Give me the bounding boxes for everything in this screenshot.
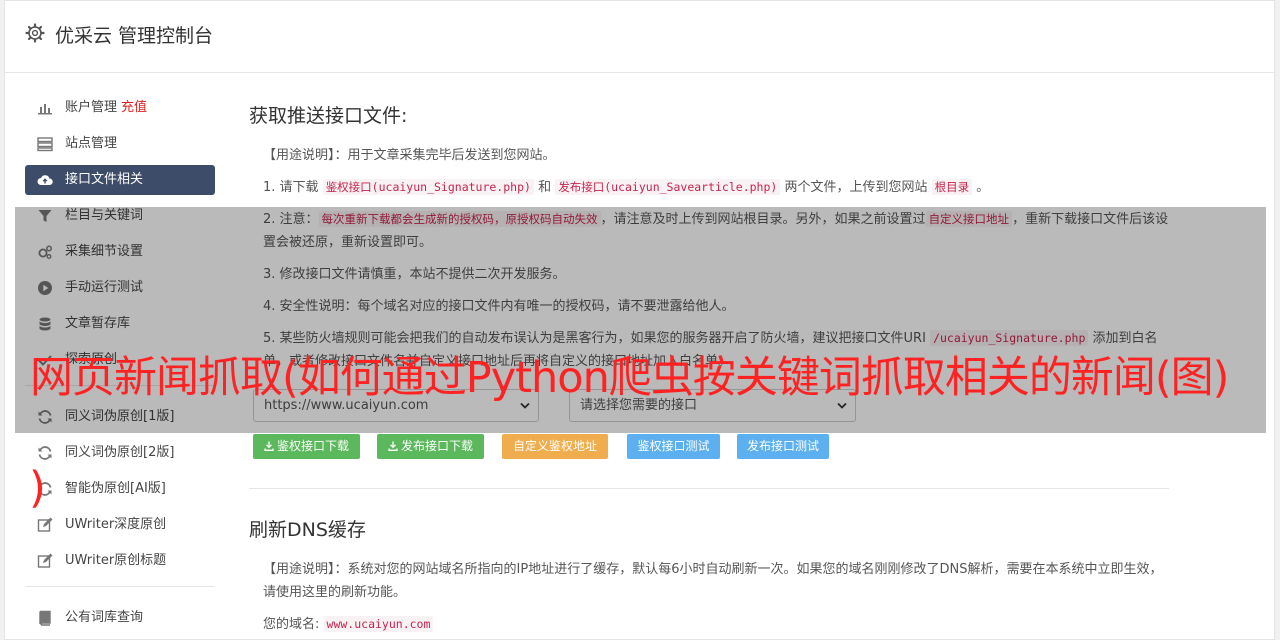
sidebar-item-label: 公有词库查询 <box>65 610 144 625</box>
publish-api-test-button[interactable]: 发布接口测试 <box>737 434 829 459</box>
sidebar-item-label: 智能伪原创[AI版] <box>65 481 166 496</box>
button-label: 发布接口测试 <box>746 439 819 453</box>
overlay-banner-end: ) <box>29 463 46 513</box>
step-text: 。 <box>976 180 990 195</box>
sidebar-item-label: 同义词伪原创[2版] <box>65 445 175 460</box>
sidebar-item-uwriter-title[interactable]: UWriter原创标题 <box>25 546 215 576</box>
bar-chart-icon <box>38 104 52 115</box>
recharge-link[interactable]: 充值 <box>121 100 147 115</box>
sidebar-item-api-files[interactable]: 接口文件相关 <box>25 165 215 195</box>
sidebar-item-ai-rewrite[interactable]: 智能伪原创[AI版] <box>25 474 215 504</box>
header: 优采云 管理控制台 <box>5 1 1274 73</box>
sidebar-item-label: UWriter深度原创 <box>65 517 167 532</box>
sign-api-test-button[interactable]: 鉴权接口测试 <box>627 434 720 459</box>
usage-note: 【用途说明】：用于文章采集完毕后发送到您网站。 <box>263 144 1169 167</box>
usage-label: 【用途说明】 <box>263 562 335 577</box>
page-title: 优采云 管理控制台 <box>55 25 214 47</box>
gear-icon <box>25 23 45 43</box>
dns-usage-note: 【用途说明】：系统对您的网站域名所指向的IP地址进行了缓存，默认每6小时自动刷新… <box>263 558 1169 604</box>
custom-sign-url-button[interactable]: 自定义鉴权地址 <box>502 434 608 459</box>
button-label: 自定义鉴权地址 <box>512 439 597 453</box>
sidebar-item-label: 账户管理 <box>65 100 118 115</box>
code-publish-api: 发布接口(ucaiyun_Savearticle.php) <box>555 179 781 195</box>
book-icon <box>39 610 51 626</box>
publish-api-download-button[interactable]: 发布接口下载 <box>377 434 484 459</box>
step-text: 1. 请下载 <box>263 180 319 195</box>
edit-icon <box>37 517 53 532</box>
code-root-dir: 根目录 <box>931 179 973 195</box>
button-label: 鉴权接口下载 <box>276 439 349 453</box>
button-row: 鉴权接口下载 发布接口下载 自定义鉴权地址 鉴权接口测试 发布接口测试 <box>249 434 1169 460</box>
cloud-upload-icon <box>37 175 53 185</box>
refresh-icon <box>38 446 52 460</box>
button-label: 鉴权接口测试 <box>637 439 710 453</box>
step-1: 1. 请下载 鉴权接口(ucaiyun_Signature.php) 和 发布接… <box>263 176 1169 199</box>
sidebar-item-uwriter-deep[interactable]: UWriter深度原创 <box>25 510 215 540</box>
section-title-api-files: 获取推送接口文件: <box>249 105 408 127</box>
sidebar-item-label: 站点管理 <box>65 136 118 151</box>
sidebar-item-public-lexicon[interactable]: 公有词库查询 <box>25 603 215 633</box>
sign-api-download-button[interactable]: 鉴权接口下载 <box>253 434 360 459</box>
sidebar-item-label: 接口文件相关 <box>65 172 144 187</box>
sidebar-item-synonym-v2[interactable]: 同义词伪原创[2版] <box>25 438 215 468</box>
section-divider <box>249 488 1169 489</box>
usage-text: ：系统对您的网站域名所指向的IP地址进行了缓存，默认每6小时自动刷新一次。如果您… <box>263 562 1163 600</box>
download-icon <box>388 441 398 451</box>
button-label: 发布接口下载 <box>400 439 473 453</box>
edit-icon <box>37 553 53 568</box>
step-text: 和 <box>538 180 552 195</box>
step-text: 两个文件，上传到您网站 <box>784 180 928 195</box>
sidebar-item-account[interactable]: 账户管理 充值 <box>25 93 215 123</box>
download-icon <box>264 441 274 451</box>
sidebar-item-sites[interactable]: 站点管理 <box>25 129 215 159</box>
usage-label: 【用途说明】 <box>263 148 335 163</box>
domain-row: 您的域名: www.ucaiyun.com <box>263 613 1169 636</box>
code-sign-api: 鉴权接口(ucaiyun_Signature.php) <box>322 179 534 195</box>
usage-text: ：用于文章采集完毕后发送到您网站。 <box>334 148 556 163</box>
overlay-banner-text: 网页新闻抓取(如何通过Python爬虫按关键词抓取相关的新闻(图) <box>30 353 1229 403</box>
domain-label: 您的域名: <box>263 617 320 632</box>
section-title-dns: 刷新DNS缓存 <box>249 519 366 541</box>
server-icon <box>37 137 53 152</box>
sidebar-divider <box>25 586 215 587</box>
domain-value: www.ucaiyun.com <box>323 616 434 632</box>
sidebar-item-label: UWriter原创标题 <box>65 553 167 568</box>
